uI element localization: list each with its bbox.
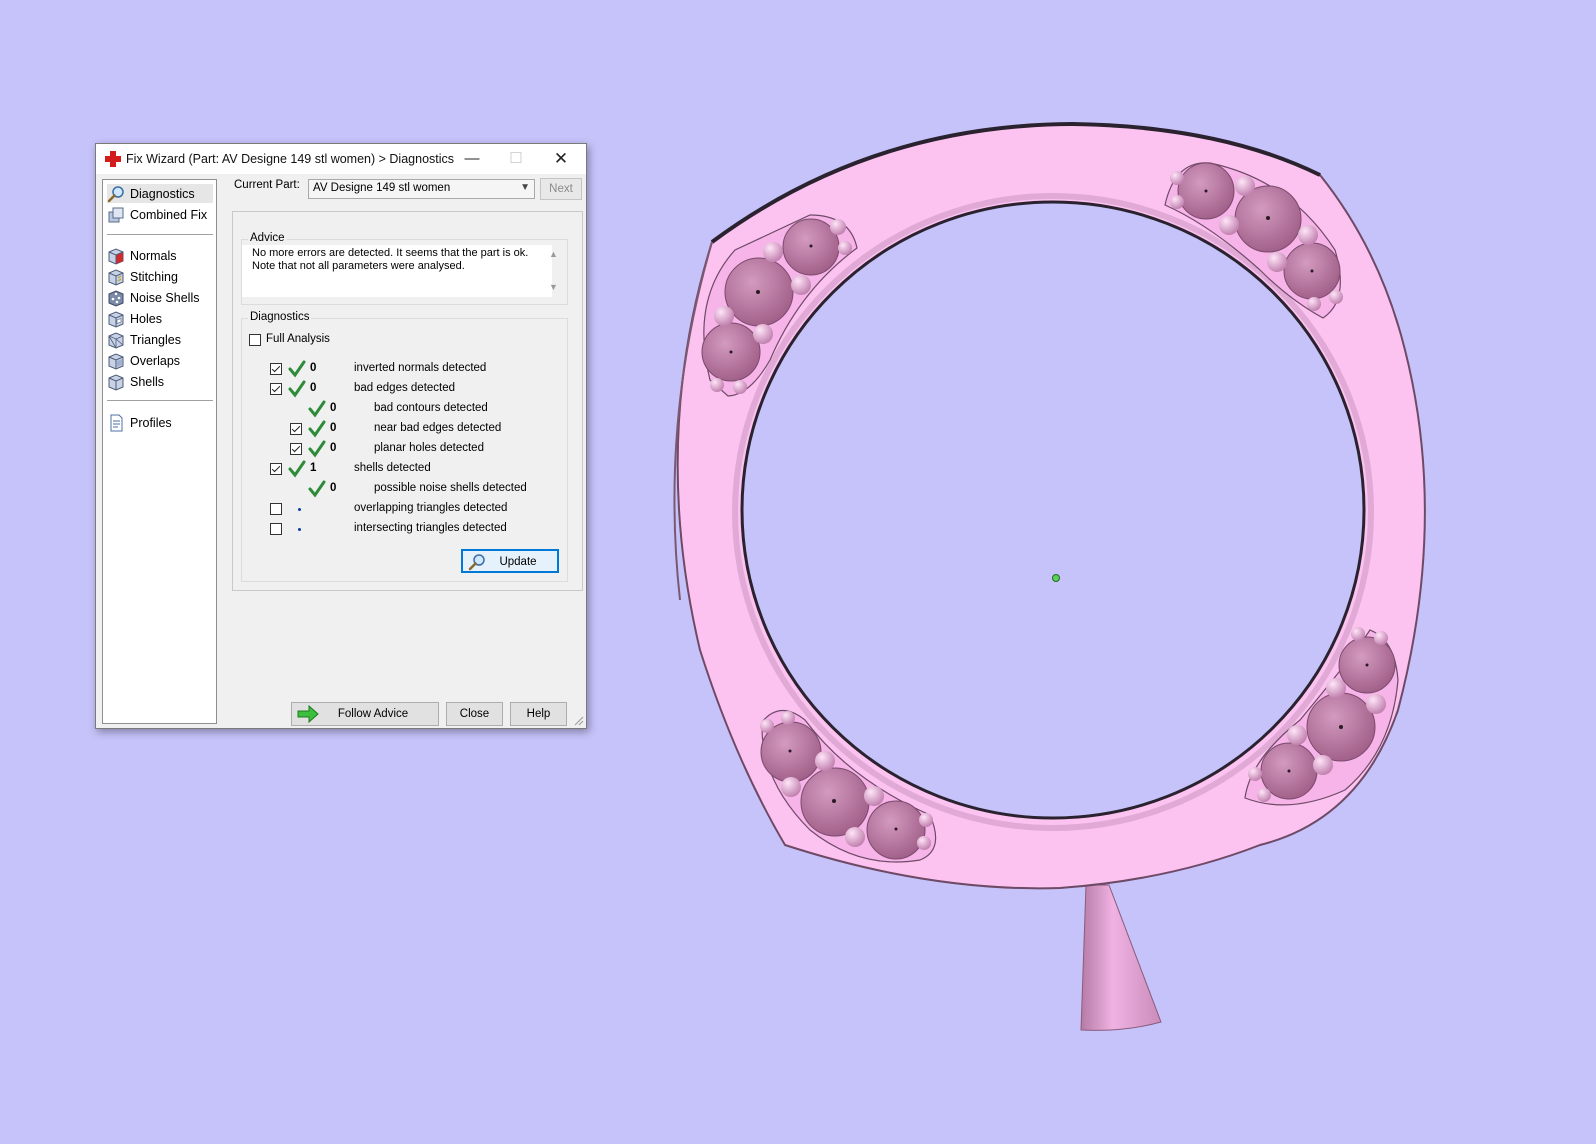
check-ok-icon (308, 480, 326, 498)
full-analysis-label: Full Analysis (266, 333, 330, 345)
bad-contours-count: 0 (330, 402, 337, 414)
planar-holes-checkbox[interactable] (290, 443, 302, 455)
planar-holes-label: planar holes detected (374, 442, 484, 454)
nav-item-profiles[interactable]: Profiles (107, 413, 213, 432)
maximize-button[interactable]: ☐ (494, 144, 538, 174)
holes-cube-icon (108, 310, 124, 328)
profile-document-icon (110, 414, 123, 431)
near-bad-edges-label: near bad edges detected (374, 422, 502, 434)
noise-shells-cube-icon (108, 289, 124, 307)
nav-label: Holes (130, 311, 162, 326)
overlapping-triangles-checkbox[interactable] (270, 503, 282, 515)
current-part-label: Current Part: (234, 179, 300, 191)
bad-edges-count: 0 (310, 382, 317, 394)
magnifier-icon (107, 185, 124, 202)
next-button[interactable]: Next (540, 178, 582, 200)
close-window-button[interactable]: ✕ (539, 144, 583, 174)
update-button[interactable]: Update (461, 549, 559, 573)
stitching-cube-icon (108, 268, 124, 286)
overlaps-cube-icon (108, 352, 124, 370)
title-bar[interactable]: Fix Wizard (Part: AV Designe 149 stl wom… (96, 144, 586, 174)
advice-line-1: No more errors are detected. It seems th… (252, 247, 529, 259)
diagnostics-group-title: Diagnostics (248, 311, 312, 323)
full-analysis-checkbox[interactable] (249, 334, 261, 346)
nav-item-shells[interactable]: Shells (107, 372, 213, 391)
nav-item-holes[interactable]: Holes (107, 309, 213, 328)
shells-checkbox[interactable] (270, 463, 282, 475)
nav-item-overlaps[interactable]: Overlaps (107, 351, 213, 370)
near-bad-edges-checkbox[interactable] (290, 423, 302, 435)
fix-wizard-dialog: Fix Wizard (Part: AV Designe 149 stl wom… (95, 143, 587, 729)
shells-label: shells detected (354, 462, 431, 474)
origin-marker-icon (1052, 574, 1060, 582)
follow-advice-button[interactable]: Follow Advice (291, 702, 439, 726)
shells-count: 1 (310, 462, 317, 474)
check-ok-icon (288, 460, 306, 478)
advice-group-title: Advice (248, 232, 287, 244)
help-button[interactable]: Help (510, 702, 567, 726)
nav-label: Stitching (130, 269, 178, 284)
near-bad-edges-count: 0 (330, 422, 337, 434)
nav-separator (107, 400, 213, 401)
magnifier-icon (468, 554, 485, 571)
check-ok-icon (308, 440, 326, 458)
red-cross-icon (105, 151, 121, 167)
nav-item-noise-shells[interactable]: Noise Shells (107, 288, 213, 307)
triangles-cube-icon (108, 331, 124, 349)
ring-stem (1080, 884, 1162, 1031)
nav-label: Combined Fix (130, 207, 208, 222)
current-part-dropdown[interactable]: AV Designe 149 stl women ▼ (308, 179, 535, 199)
update-label: Update (499, 556, 537, 568)
advice-line-2: Note that not all parameters were analys… (252, 260, 465, 272)
not-analysed-dot-icon (298, 528, 301, 531)
nav-label: Shells (130, 374, 165, 389)
nav-item-combined-fix[interactable]: Combined Fix (107, 205, 213, 224)
combined-fix-icon (108, 207, 124, 222)
minimize-button[interactable]: — (450, 144, 494, 174)
shells-cube-icon (108, 373, 124, 391)
nav-label: Triangles (130, 332, 181, 347)
nav-label: Overlaps (130, 353, 181, 368)
check-ok-icon (288, 380, 306, 398)
overlapping-triangles-label: overlapping triangles detected (354, 502, 508, 514)
bad-edges-label: bad edges detected (354, 382, 456, 394)
wizard-nav-list: Diagnostics Combined Fix Normals Stitchi… (102, 179, 217, 724)
scroll-up-arrow-icon[interactable]: ▲ (549, 249, 558, 259)
intersecting-triangles-checkbox[interactable] (270, 523, 282, 535)
not-analysed-dot-icon (298, 508, 301, 511)
ring-inner-hole (740, 200, 1366, 820)
nav-separator (107, 234, 213, 235)
ring-model (673, 121, 1426, 1031)
resize-grip-icon[interactable] (574, 716, 584, 726)
inverted-normals-count: 0 (310, 362, 317, 374)
nav-item-diagnostics[interactable]: Diagnostics (107, 184, 213, 203)
nav-item-normals[interactable]: Normals (107, 246, 213, 265)
check-ok-icon (288, 360, 306, 378)
scroll-down-arrow-icon[interactable]: ▼ (549, 282, 558, 292)
nav-item-triangles[interactable]: Triangles (107, 330, 213, 349)
bad-edges-checkbox[interactable] (270, 383, 282, 395)
planar-holes-count: 0 (330, 442, 337, 454)
nav-item-stitching[interactable]: Stitching (107, 267, 213, 286)
current-part-value: AV Designe 149 stl women (313, 182, 451, 194)
noise-shells-count: 0 (330, 482, 337, 494)
window-title: Fix Wizard (Part: AV Designe 149 stl wom… (126, 152, 455, 166)
chevron-down-icon: ▼ (520, 182, 530, 193)
green-arrow-right-icon (297, 705, 319, 723)
close-button[interactable]: Close (446, 702, 503, 726)
noise-shells-label: possible noise shells detected (374, 482, 527, 494)
advice-textbox[interactable]: No more errors are detected. It seems th… (242, 245, 552, 297)
normals-cube-icon (108, 247, 124, 265)
check-ok-icon (308, 420, 326, 438)
follow-advice-label: Follow Advice (337, 708, 409, 720)
nav-label: Diagnostics (130, 186, 195, 201)
intersecting-triangles-label: intersecting triangles detected (354, 522, 507, 534)
inverted-normals-checkbox[interactable] (270, 363, 282, 375)
nav-label: Profiles (130, 415, 172, 430)
inverted-normals-label: inverted normals detected (354, 362, 487, 374)
bad-contours-label: bad contours detected (374, 402, 488, 414)
nav-label: Noise Shells (130, 290, 200, 305)
check-ok-icon (308, 400, 326, 418)
nav-label: Normals (130, 248, 177, 263)
